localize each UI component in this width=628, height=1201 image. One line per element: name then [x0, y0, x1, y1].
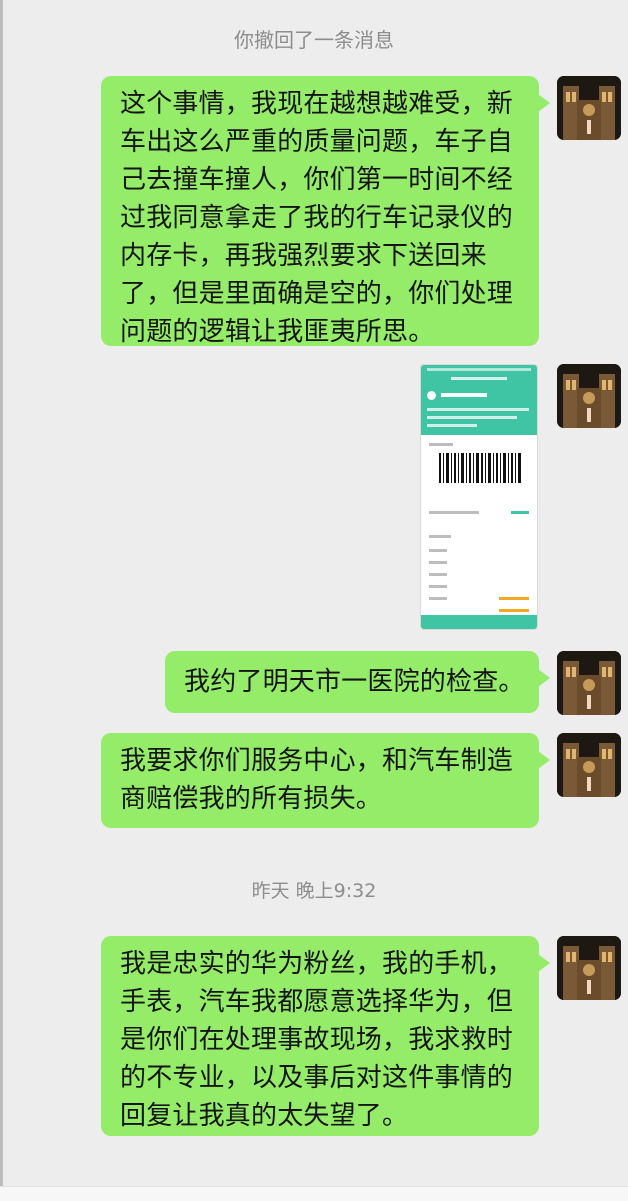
message-line: 我要求你们服务中心，和汽车制造 — [120, 746, 514, 776]
image-message-screenshot[interactable] — [420, 364, 538, 630]
message-line: 我是忠实的华为粉丝，我的手机， — [120, 949, 514, 979]
timestamp: 昨天 晚上9:32 — [251, 880, 377, 902]
cathedral-icon — [557, 936, 621, 1000]
message-line: 的不专业，以及事后对这件事情的 — [120, 1063, 514, 1093]
message-line: 车出这么严重的质量问题，车子自 — [120, 127, 514, 157]
message-line: 回复让我真的太失望了。 — [120, 1101, 409, 1131]
cathedral-icon — [557, 733, 621, 797]
screenshot-header — [421, 365, 537, 435]
check-icon — [427, 391, 436, 400]
cathedral-icon — [557, 651, 621, 715]
cathedral-icon — [557, 76, 621, 140]
message-line: 过我同意拿走了我的行车记录仪的 — [120, 203, 514, 233]
message-line: 问题的逻辑让我匪夷所思。 — [120, 317, 435, 347]
cathedral-icon — [557, 364, 621, 428]
message-line: 手表，汽车我都愿意选择华为，但 — [120, 987, 514, 1017]
barcode-icon — [439, 453, 521, 483]
user-avatar[interactable] — [557, 651, 621, 715]
user-avatar[interactable] — [557, 364, 621, 428]
window-edge — [0, 0, 3, 1200]
recall-notice: 你撤回了一条消息 — [234, 28, 394, 52]
input-bar-edge — [0, 1186, 628, 1201]
message-line: 我约了明天市一医院的检查。 — [184, 667, 525, 697]
message-bubble-2[interactable]: 我约了明天市一医院的检查。 — [165, 651, 550, 713]
message-line: 了，但是里面确是空的，你们处理 — [120, 279, 514, 309]
message-bubble-1[interactable]: 这个事情，我现在越想越难受，新 车出这么严重的质量问题，车子自 己去撞车撞人，你… — [101, 76, 550, 347]
message-line: 己去撞车撞人，你们第一时间不经 — [120, 165, 514, 195]
user-avatar[interactable] — [557, 733, 621, 797]
message-line: 内存卡，再我强烈要求下送回来 — [120, 241, 487, 271]
message-line: 商赔偿我的所有损失。 — [120, 784, 383, 814]
screenshot-footer — [421, 615, 537, 629]
user-avatar[interactable] — [557, 76, 621, 140]
user-avatar[interactable] — [557, 936, 621, 1000]
message-line: 这个事情，我现在越想越难受，新 — [120, 89, 514, 119]
message-bubble-3[interactable]: 我要求你们服务中心，和汽车制造 商赔偿我的所有损失。 — [101, 733, 550, 828]
message-line: 是你们在处理事故现场，我求救时 — [120, 1025, 514, 1055]
message-bubble-4[interactable]: 我是忠实的华为粉丝，我的手机， 手表，汽车我都愿意选择华为，但 是你们在处理事故… — [101, 936, 550, 1136]
